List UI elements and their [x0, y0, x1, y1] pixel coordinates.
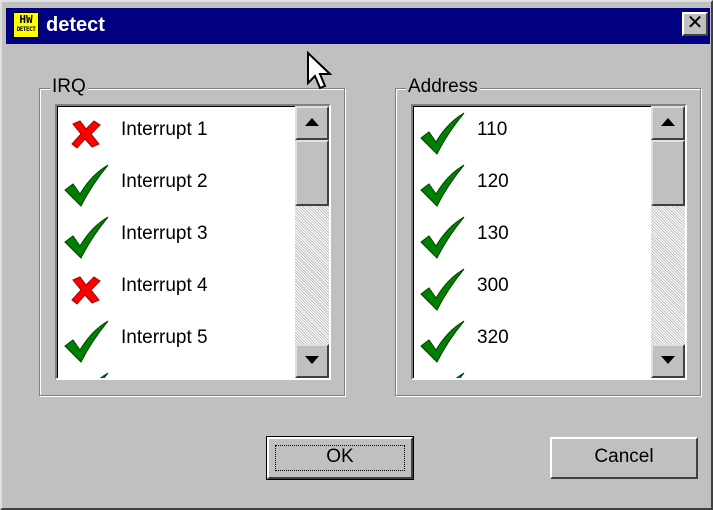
- cancel-button[interactable]: Cancel: [550, 437, 698, 479]
- green-check-icon: [419, 268, 465, 312]
- list-item[interactable]: 120: [413, 158, 649, 210]
- green-check-icon: [419, 320, 465, 364]
- address-scroll-down-button[interactable]: [651, 344, 685, 378]
- green-check-icon: [63, 216, 109, 260]
- irq-scroll-down-button[interactable]: [295, 344, 329, 378]
- list-item-label: 300: [477, 275, 509, 296]
- app-icon-text-bottom: DETECT: [16, 26, 36, 33]
- irq-scroll-thumb[interactable]: [295, 140, 329, 206]
- address-scroll-up-button[interactable]: [651, 106, 685, 140]
- title-bar[interactable]: HW DETECT detect ✕: [6, 8, 710, 44]
- irq-list-items: Interrupt 1 Interrupt 2 Interrupt 3 Interru…: [57, 106, 293, 378]
- list-item-label: 320: [477, 327, 509, 348]
- irq-listbox[interactable]: Interrupt 1 Interrupt 2 Interrupt 3 Interru…: [55, 104, 331, 380]
- green-check-icon: [419, 164, 465, 208]
- focus-rectangle: [275, 445, 405, 471]
- list-item-label: 110: [477, 119, 508, 140]
- list-item[interactable]: Interrupt 3: [57, 210, 293, 262]
- list-item-label: 120: [477, 171, 509, 192]
- arrow-down-icon: [661, 356, 675, 364]
- list-item[interactable]: [57, 366, 293, 378]
- irq-groupbox: IRQ Interrupt 1 Interrupt 2 Interrupt 3 Int…: [39, 76, 345, 396]
- list-item-label: Interrupt 5: [121, 327, 208, 348]
- address-groupbox: Address 110 120 130 300 320: [395, 76, 701, 396]
- list-item-label: Interrupt 4: [121, 275, 208, 296]
- list-item-label: Interrupt 1: [121, 119, 208, 140]
- list-item[interactable]: Interrupt 4: [57, 262, 293, 314]
- irq-group-label: IRQ: [50, 76, 88, 98]
- list-item[interactable]: [413, 366, 649, 378]
- address-scroll-thumb[interactable]: [651, 140, 685, 206]
- list-item-label: Interrupt 2: [121, 171, 208, 192]
- green-check-icon: [419, 372, 465, 378]
- red-cross-icon: [63, 268, 109, 312]
- list-item[interactable]: Interrupt 5: [57, 314, 293, 366]
- irq-scroll-up-button[interactable]: [295, 106, 329, 140]
- list-item[interactable]: 110: [413, 106, 649, 158]
- address-listbox[interactable]: 110 120 130 300 320: [411, 104, 687, 380]
- arrow-up-icon: [305, 118, 319, 126]
- close-icon: ✕: [686, 12, 704, 34]
- list-item[interactable]: 320: [413, 314, 649, 366]
- address-scrollbar[interactable]: [651, 106, 685, 378]
- green-check-icon: [63, 320, 109, 364]
- list-item[interactable]: 300: [413, 262, 649, 314]
- address-group-label: Address: [406, 76, 480, 98]
- list-item[interactable]: 130: [413, 210, 649, 262]
- close-button[interactable]: ✕: [682, 12, 708, 36]
- ok-button[interactable]: OK: [266, 436, 414, 480]
- address-list-items: 110 120 130 300 320: [413, 106, 649, 378]
- detect-dialog: HW DETECT detect ✕ IRQ Interrupt 1 Interr…: [0, 0, 713, 510]
- green-check-icon: [419, 112, 465, 156]
- hw-detect-app-icon: HW DETECT: [13, 12, 39, 38]
- mouse-cursor-icon: [307, 51, 332, 90]
- green-check-icon: [419, 216, 465, 260]
- green-check-icon: [63, 372, 109, 378]
- arrow-up-icon: [661, 118, 675, 126]
- list-item[interactable]: Interrupt 1: [57, 106, 293, 158]
- arrow-down-icon: [305, 356, 319, 364]
- irq-scrollbar[interactable]: [295, 106, 329, 378]
- list-item[interactable]: Interrupt 2: [57, 158, 293, 210]
- cancel-button-label: Cancel: [594, 446, 654, 467]
- window-title: detect: [46, 14, 105, 36]
- green-check-icon: [63, 164, 109, 208]
- red-cross-icon: [63, 112, 109, 156]
- list-item-label: Interrupt 3: [121, 223, 208, 244]
- app-icon-text-top: HW: [19, 13, 33, 26]
- list-item-label: 130: [477, 223, 509, 244]
